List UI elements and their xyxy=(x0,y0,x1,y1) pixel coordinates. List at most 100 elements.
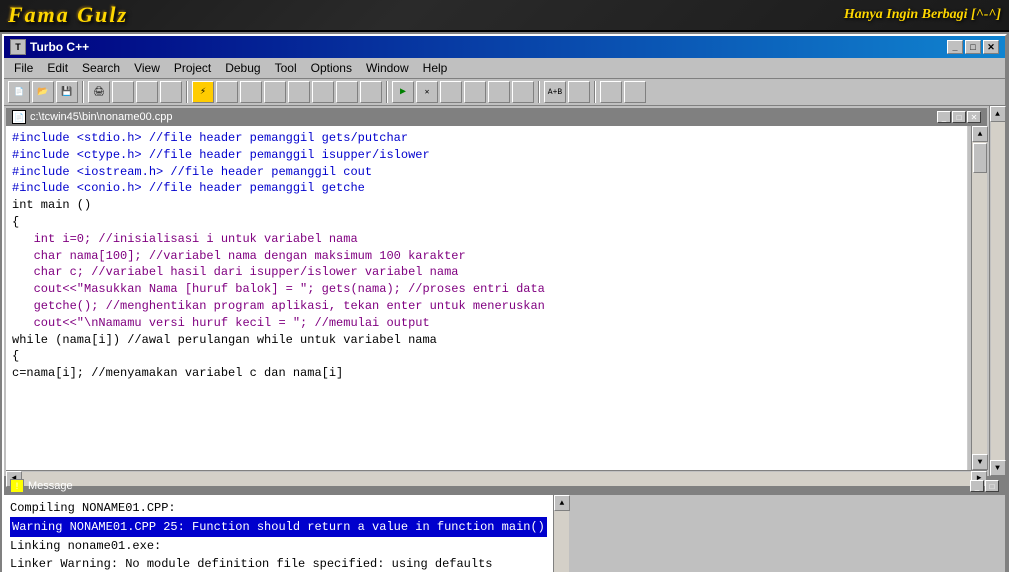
editor-filename: c:\tcwin45\bin\noname00.cpp xyxy=(30,111,172,123)
editor-close-btn[interactable]: ✕ xyxy=(967,111,981,123)
toolbar-btn-10[interactable] xyxy=(312,81,334,103)
message-line-3: Linking noname01.exe: xyxy=(10,537,547,555)
menu-tool[interactable]: Tool xyxy=(269,60,303,76)
menu-help[interactable]: Help xyxy=(417,60,454,76)
message-scroll-track xyxy=(554,511,569,572)
menu-debug[interactable]: Debug xyxy=(219,60,266,76)
toolbar-btn-15[interactable] xyxy=(464,81,486,103)
toolbar-btn-6[interactable] xyxy=(216,81,238,103)
message-line-2: Warning NONAME01.CPP 25: Function should… xyxy=(10,517,547,537)
toolbar-btn-19[interactable] xyxy=(568,81,590,103)
toolbar-sep-2 xyxy=(186,81,188,103)
message-panel: ! Message _ □ Compiling NONAME01.CPP: Wa… xyxy=(4,476,1005,572)
title-bar: T Turbo C++ _ □ ✕ xyxy=(4,36,1005,58)
app-icon[interactable]: T xyxy=(10,39,26,55)
toolbar-btn-11[interactable] xyxy=(336,81,358,103)
window-title: Turbo C++ xyxy=(30,40,89,54)
message-minimize-btn[interactable]: _ xyxy=(970,480,984,492)
toolbar-btn-12[interactable] xyxy=(360,81,382,103)
toolbar-btn-open[interactable]: 📂 xyxy=(32,81,54,103)
outer-scroll-up-btn[interactable]: ▲ xyxy=(990,106,1006,122)
banner-title-right: Hanya Ingin Berbagi [^-^] xyxy=(844,7,1001,23)
scroll-up-btn[interactable]: ▲ xyxy=(972,126,988,142)
outer-scroll-track xyxy=(991,122,1005,460)
code-line-10: cout<<"Masukkan Nama [huruf balok] = "; … xyxy=(12,281,961,298)
editor-title-bar: 📄 c:\tcwin45\bin\noname00.cpp _ □ ✕ xyxy=(6,108,987,126)
toolbar-btn-4[interactable] xyxy=(160,81,182,103)
menu-project[interactable]: Project xyxy=(168,60,217,76)
code-line-3: #include <iostream.h> //file header pema… xyxy=(12,164,961,181)
editor-maximize-btn[interactable]: □ xyxy=(952,111,966,123)
minimize-button[interactable]: _ xyxy=(947,40,963,54)
toolbar-btn-save[interactable]: 💾 xyxy=(56,81,78,103)
code-line-5: int main () xyxy=(12,197,961,214)
toolbar-btn-3[interactable] xyxy=(136,81,158,103)
message-line-1: Compiling NONAME01.CPP: xyxy=(10,499,547,517)
editor-area[interactable]: #include <stdio.h> //file header pemangg… xyxy=(6,126,971,470)
toolbar-btn-5[interactable]: ⚡ xyxy=(192,81,214,103)
message-scrollbar-v[interactable]: ▲ ▼ xyxy=(553,495,569,572)
maximize-button[interactable]: □ xyxy=(965,40,981,54)
message-title-buttons: _ □ xyxy=(970,480,999,492)
toolbar-btn-17[interactable] xyxy=(512,81,534,103)
editor-divider xyxy=(967,126,971,470)
menu-window[interactable]: Window xyxy=(360,60,415,76)
toolbar-btn-16[interactable] xyxy=(488,81,510,103)
menu-search[interactable]: Search xyxy=(76,60,126,76)
code-line-6: { xyxy=(12,214,961,231)
editor-body: #include <stdio.h> //file header pemangg… xyxy=(6,126,987,470)
toolbar-btn-21[interactable] xyxy=(624,81,646,103)
toolbar-btn-18[interactable]: A+B xyxy=(544,81,566,103)
message-warning: Warning NONAME01.CPP 25: Function should… xyxy=(10,517,547,537)
toolbar-sep-4 xyxy=(538,81,540,103)
editor-scrollbar-v[interactable]: ▲ ▼ xyxy=(971,126,987,470)
outer-scrollbar-v[interactable]: ▲ ▼ xyxy=(989,106,1005,476)
toolbar-btn-run[interactable]: ▶ xyxy=(392,81,414,103)
code-line-13: while (nama[i]) //awal perulangan while … xyxy=(12,332,961,349)
message-content: Compiling NONAME01.CPP: Warning NONAME01… xyxy=(4,495,553,572)
scroll-thumb[interactable] xyxy=(973,143,987,173)
code-line-14: { xyxy=(12,348,961,365)
toolbar-btn-new[interactable]: 📄 xyxy=(8,81,30,103)
message-body: Compiling NONAME01.CPP: Warning NONAME01… xyxy=(4,495,1005,572)
code-line-7: int i=0; //inisialisasi i untuk variabel… xyxy=(12,231,961,248)
message-line-4: Linker Warning: No module definition fil… xyxy=(10,555,547,572)
toolbar-btn-8[interactable] xyxy=(264,81,286,103)
message-maximize-btn[interactable]: □ xyxy=(985,480,999,492)
menu-view[interactable]: View xyxy=(128,60,166,76)
toolbar: 📄 📂 💾 🖨 ⚡ ▶ ✕ xyxy=(4,79,1005,106)
main-window: T Turbo C++ _ □ ✕ File Edit Search View … xyxy=(2,34,1007,572)
message-icon: ! xyxy=(10,479,24,493)
toolbar-sep-5 xyxy=(594,81,596,103)
code-line-4: #include <conio.h> //file header pemangg… xyxy=(12,180,961,197)
scroll-down-btn[interactable]: ▼ xyxy=(972,454,988,470)
menu-file[interactable]: File xyxy=(8,60,39,76)
toolbar-btn-7[interactable] xyxy=(240,81,262,103)
editor-scrollbar-h[interactable]: ◄ ► xyxy=(6,470,987,486)
menu-bar: File Edit Search View Project Debug Tool… xyxy=(4,58,1005,79)
toolbar-btn-9[interactable] xyxy=(288,81,310,103)
code-line-8: char nama[100]; //variabel nama dengan m… xyxy=(12,248,961,265)
message-scroll-up-btn[interactable]: ▲ xyxy=(554,495,570,511)
toolbar-btn-2[interactable] xyxy=(112,81,134,103)
menu-edit[interactable]: Edit xyxy=(41,60,74,76)
banner: Fama Gulz Hanya Ingin Berbagi [^-^] xyxy=(0,0,1009,32)
close-button[interactable]: ✕ xyxy=(983,40,999,54)
toolbar-btn-20[interactable] xyxy=(600,81,622,103)
title-buttons: _ □ ✕ xyxy=(947,40,999,54)
editor-content[interactable]: #include <stdio.h> //file header pemangg… xyxy=(6,126,967,470)
editor-title-buttons: _ □ ✕ xyxy=(937,111,981,123)
toolbar-btn-print[interactable]: 🖨 xyxy=(88,81,110,103)
code-line-9: char c; //variabel hasil dari isupper/is… xyxy=(12,264,961,281)
message-title-text: Message xyxy=(28,480,73,492)
code-line-12: cout<<"\nNamamu versi huruf kecil = "; /… xyxy=(12,315,961,332)
editor-minimize-btn[interactable]: _ xyxy=(937,111,951,123)
outer-scroll-down-btn[interactable]: ▼ xyxy=(990,460,1006,476)
toolbar-btn-13[interactable]: ✕ xyxy=(416,81,438,103)
editor-container: 📄 c:\tcwin45\bin\noname00.cpp _ □ ✕ #inc… xyxy=(4,106,989,476)
content-area: 📄 c:\tcwin45\bin\noname00.cpp _ □ ✕ #inc… xyxy=(4,106,1005,476)
editor-title-bar-left: 📄 c:\tcwin45\bin\noname00.cpp xyxy=(12,110,172,124)
toolbar-btn-14[interactable] xyxy=(440,81,462,103)
scroll-track xyxy=(972,142,987,454)
menu-options[interactable]: Options xyxy=(305,60,358,76)
